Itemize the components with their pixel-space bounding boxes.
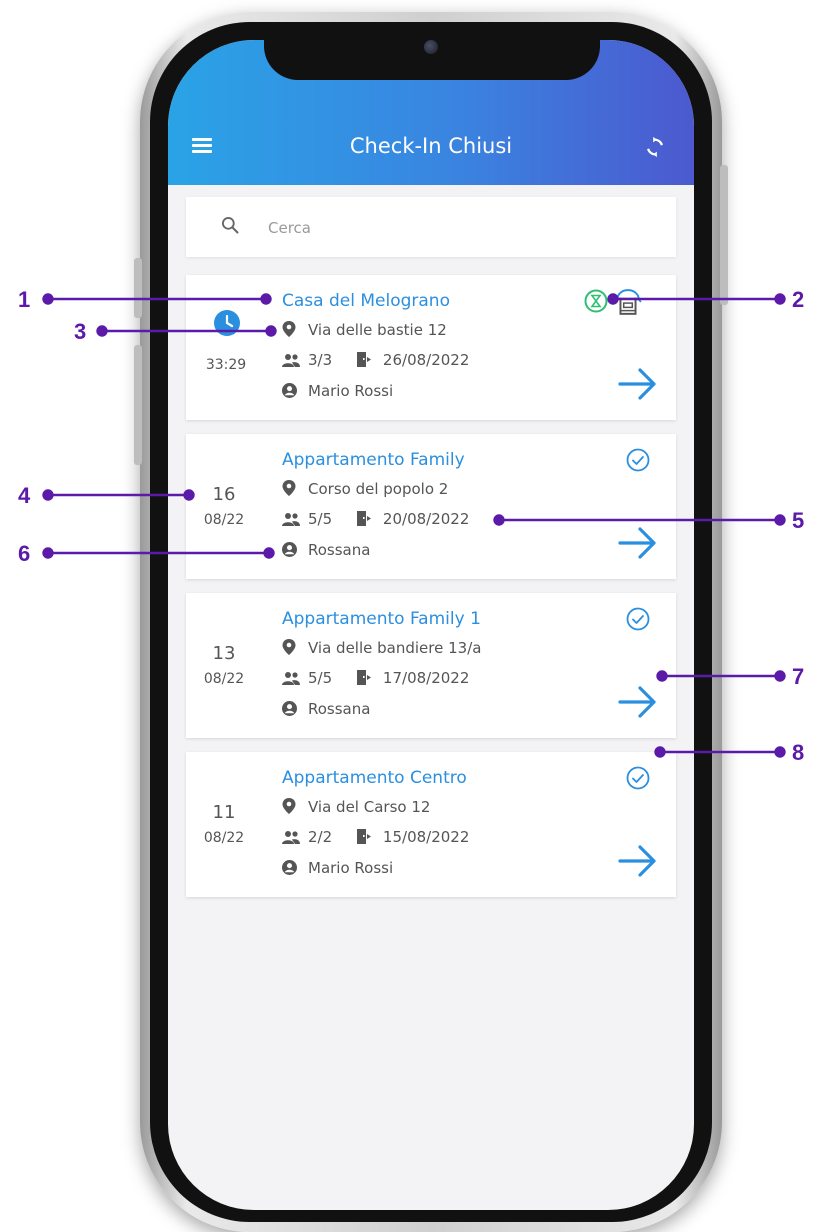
search-bar (186, 197, 676, 257)
date-day: 13 (212, 643, 236, 664)
owner-row: Rossana (282, 700, 370, 718)
check-circle-icon (626, 607, 650, 631)
property-name: Appartamento Family 1 (282, 609, 481, 629)
address-text: Via delle bandiere 13/a (308, 639, 482, 657)
owner-row: Mario Rossi (282, 859, 393, 877)
door-icon (356, 670, 371, 685)
building-icon (614, 289, 642, 315)
address-row: Corso del popolo 2 (282, 480, 448, 498)
address-row: Via delle bandiere 13/a (282, 639, 481, 657)
location-pin-icon (282, 321, 296, 337)
location-pin-icon (282, 480, 296, 496)
guests-row: 5/5 17/08/2022 (282, 669, 469, 687)
volume-up-button (134, 345, 142, 465)
date-month: 08/22 (203, 671, 245, 687)
annotation-label: 5 (792, 508, 805, 533)
user-icon (282, 383, 297, 398)
power-button (720, 165, 728, 305)
open-arrow-icon[interactable] (618, 526, 658, 560)
check-circle-icon (626, 448, 650, 472)
address-row: Via delle bastie 12 (282, 321, 447, 339)
user-icon (282, 860, 297, 875)
owner-name: Mario Rossi (308, 859, 394, 877)
annotation-label: 2 (792, 287, 805, 312)
user-icon (282, 701, 297, 716)
owner-name: Mario Rossi (308, 382, 394, 400)
date-day: 16 (212, 484, 236, 505)
checkin-card[interactable]: 11 08/22 Appartamento Centro Via del Car… (186, 752, 676, 897)
people-icon (282, 831, 300, 844)
checkin-card[interactable]: 33:29 Casa del Melograno Via delle basti… (186, 275, 676, 420)
annotation-label: 7 (792, 664, 805, 689)
owner-row: Mario Rossi (282, 382, 393, 400)
door-icon (356, 511, 371, 526)
sync-icon (647, 136, 663, 158)
date-month: 08/22 (203, 512, 245, 528)
owner-name: Rossana (308, 541, 371, 559)
annotation-label: 8 (792, 740, 805, 765)
date-month: 08/22 (203, 830, 245, 846)
open-arrow-icon[interactable] (618, 844, 658, 878)
app-screen: Check-In Chiusi 33:29 Casa del Melograno… (168, 40, 694, 1210)
annotation-label: 1 (18, 287, 31, 312)
sync-button[interactable] (644, 136, 666, 158)
property-name: Appartamento Family (282, 450, 465, 470)
clock-icon (214, 310, 240, 336)
guests-count: 2/2 (308, 828, 333, 846)
location-pin-icon (282, 798, 296, 814)
owner-row: Rossana (282, 541, 370, 559)
search-input[interactable] (266, 212, 650, 244)
open-arrow-icon[interactable] (618, 367, 658, 401)
checkin-date: 17/08/2022 (382, 669, 470, 687)
mute-switch (134, 258, 142, 318)
user-icon (282, 542, 297, 557)
property-name: Appartamento Centro (282, 768, 467, 788)
guests-count: 3/3 (308, 351, 333, 369)
check-circle-icon (626, 766, 650, 790)
checkin-card[interactable]: 13 08/22 Appartamento Family 1 Via delle… (186, 593, 676, 738)
address-text: Via del Carso 12 (308, 798, 431, 816)
address-text: Corso del popolo 2 (308, 480, 449, 498)
people-icon (282, 672, 300, 685)
address-row: Via del Carso 12 (282, 798, 430, 816)
door-icon (356, 829, 371, 844)
address-text: Via delle bastie 12 (308, 321, 447, 339)
guests-row: 2/2 15/08/2022 (282, 828, 469, 846)
owner-name: Rossana (308, 700, 371, 718)
annotation-label: 3 (74, 319, 87, 344)
hourglass-icon (584, 289, 608, 313)
people-icon (282, 354, 300, 367)
location-pin-icon (282, 639, 296, 655)
door-icon (356, 352, 371, 367)
guests-count: 5/5 (308, 669, 333, 687)
guests-row: 5/5 20/08/2022 (282, 510, 469, 528)
page-title: Check-In Chiusi (349, 134, 513, 158)
checkin-date: 20/08/2022 (382, 510, 470, 528)
annotation-label: 4 (18, 483, 31, 508)
elapsed-timer: 33:29 (205, 357, 247, 373)
camera-icon (424, 40, 438, 54)
property-name: Casa del Melograno (282, 291, 450, 311)
open-arrow-icon[interactable] (618, 685, 658, 719)
guests-count: 5/5 (308, 510, 333, 528)
checkin-card[interactable]: 16 08/22 Appartamento Family Corso del p… (186, 434, 676, 579)
people-icon (282, 513, 300, 526)
annotation-label: 6 (18, 541, 31, 566)
guests-row: 3/3 26/08/2022 (282, 351, 469, 369)
search-icon (222, 217, 239, 234)
date-day: 11 (212, 802, 236, 823)
checkin-date: 26/08/2022 (382, 351, 470, 369)
checkin-date: 15/08/2022 (382, 828, 470, 846)
